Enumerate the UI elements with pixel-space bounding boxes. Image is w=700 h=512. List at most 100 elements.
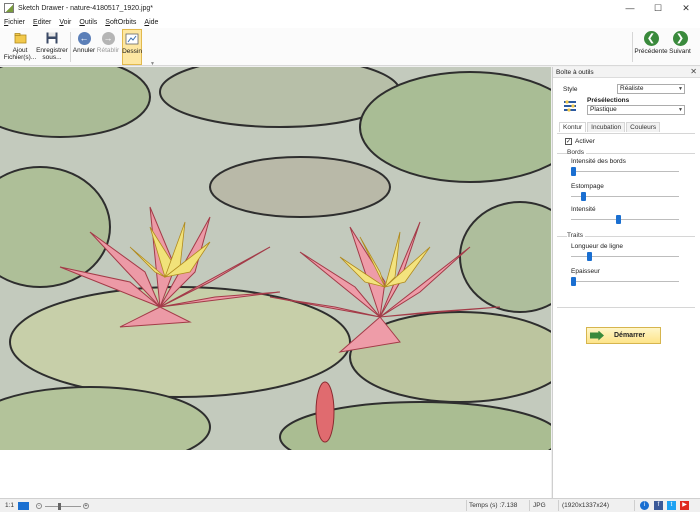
next-button[interactable]: ❯ Suivant	[668, 29, 692, 65]
menu-softorbits[interactable]: SoftOrbits	[105, 19, 136, 26]
status-bar: 1:1 - + Temps (s) :7.138 JPG (1920x1337x…	[0, 498, 700, 512]
canvas-empty-area	[0, 450, 551, 498]
draw-icon	[125, 32, 139, 46]
add-files-icon	[13, 31, 27, 45]
presets-value: Plastique	[590, 106, 617, 113]
previous-icon: ❮	[643, 30, 659, 46]
activate-label: Activer	[575, 138, 595, 145]
title-bar: Sketch Drawer - nature-4180517_1920.jpg*…	[0, 0, 700, 16]
app-icon	[4, 3, 14, 13]
presets-icon	[563, 99, 577, 113]
add-files-label-2: Fichier(s)...	[3, 54, 37, 61]
zoom-track	[45, 506, 81, 507]
save-as-label-1: Enregistrer	[36, 47, 68, 54]
zoom-out-icon[interactable]: -	[36, 503, 42, 509]
window-title: Sketch Drawer - nature-4180517_1920.jpg*	[18, 4, 154, 12]
draw-button[interactable]: Dessin	[122, 29, 142, 65]
intensity-slider[interactable]	[571, 215, 679, 224]
tabs-divider	[557, 133, 695, 134]
window-controls: — ☐ ✕	[616, 0, 700, 16]
toolbar-separator	[70, 32, 71, 62]
blur-slider[interactable]	[571, 192, 679, 201]
zoom-slider[interactable]: - +	[36, 501, 90, 511]
chevron-down-icon: ▼	[678, 107, 683, 113]
toolbox-title: Boîte à outils	[556, 68, 594, 76]
slider-thumb[interactable]	[587, 252, 592, 261]
menu-tools[interactable]: Outils	[79, 19, 97, 26]
status-separator	[634, 500, 635, 511]
next-icon: ❯	[672, 30, 688, 46]
slider-thumb[interactable]	[571, 277, 576, 286]
twitter-icon[interactable]: t	[667, 501, 676, 510]
image-dimensions: (1920x1337x24)	[562, 502, 609, 509]
menu-edit[interactable]: Editer	[33, 19, 51, 26]
chevron-down-icon: ▼	[678, 86, 683, 92]
toolbox-tabs: Kontur Incubation Couleurs	[559, 122, 661, 132]
status-separator	[529, 500, 530, 511]
edges-intensity-label: Intensité des bords	[571, 158, 626, 165]
previous-button[interactable]: ❮ Précédente	[634, 29, 668, 65]
facebook-icon[interactable]: f	[654, 501, 663, 510]
blur-label: Estompage	[571, 183, 604, 190]
undo-icon: ←	[77, 31, 91, 45]
menu-view[interactable]: Voir	[59, 19, 71, 26]
edges-group-label: Bords	[567, 149, 586, 156]
save-as-button[interactable]: Enregistrer sous...	[36, 29, 68, 65]
undo-button[interactable]: ← Annuler	[72, 29, 96, 65]
close-icon[interactable]: ✕	[672, 0, 700, 16]
activate-checkbox[interactable]: ✓	[565, 138, 572, 145]
status-separator	[558, 500, 559, 511]
save-as-label-2: sous...	[42, 54, 62, 61]
toolbar-separator-right	[632, 32, 633, 62]
tab-colors[interactable]: Couleurs	[626, 122, 661, 132]
draw-label: Dessin	[122, 48, 142, 55]
menu-file[interactable]: Fichier	[4, 19, 25, 26]
slider-thumb[interactable]	[616, 215, 621, 224]
presets-select[interactable]: Plastique ▼	[587, 105, 685, 115]
toolbar: Ajout Fichier(s)... Enregistrer sous... …	[0, 28, 700, 67]
tab-incubation[interactable]: Incubation	[587, 122, 626, 132]
processing-time: Temps (s) :7.138	[469, 502, 518, 509]
toolbox-panel: Boîte à outils ✕ Style Réaliste ▼ Présél…	[552, 67, 700, 498]
youtube-icon[interactable]: ▶	[680, 501, 689, 510]
thickness-label: Epaisseur	[571, 268, 600, 275]
zoom-thumb[interactable]	[58, 503, 61, 510]
thickness-slider[interactable]	[571, 277, 679, 286]
save-icon	[45, 31, 59, 45]
style-label: Style	[563, 86, 578, 93]
image-canvas[interactable]	[0, 67, 551, 450]
add-files-button[interactable]: Ajout Fichier(s)...	[4, 29, 36, 65]
info-icon[interactable]: i	[640, 501, 649, 510]
panel-close-icon[interactable]: ✕	[690, 67, 697, 76]
menu-bar: Fichier Editer Voir Outils SoftOrbits Ai…	[0, 16, 700, 28]
strokes-group-label: Traits	[567, 232, 586, 239]
presets-label: Présélections	[587, 97, 630, 104]
panel-divider	[557, 307, 695, 308]
redo-label: Rétablir	[96, 47, 120, 54]
toolbox-header: Boîte à outils ✕	[553, 67, 700, 78]
style-value: Réaliste	[620, 85, 644, 92]
tab-kontur[interactable]: Kontur	[559, 122, 587, 132]
image-format: JPG	[533, 502, 546, 509]
line-length-slider[interactable]	[571, 252, 679, 261]
maximize-icon[interactable]: ☐	[644, 0, 672, 16]
redo-button[interactable]: → Rétablir	[96, 29, 120, 65]
style-select[interactable]: Réaliste ▼	[617, 84, 685, 94]
sketch-image	[0, 67, 551, 450]
zoom-actual-button[interactable]: 1:1	[5, 501, 14, 511]
intensity-label: Intensité	[571, 206, 596, 213]
minimize-icon[interactable]: —	[616, 0, 644, 16]
fit-screen-icon[interactable]	[18, 502, 29, 510]
slider-thumb[interactable]	[581, 192, 586, 201]
menu-help[interactable]: Aide	[144, 19, 158, 26]
line-length-label: Longueur de ligne	[571, 243, 624, 250]
next-label: Suivant	[669, 48, 691, 55]
undo-label: Annuler	[72, 47, 96, 54]
start-arrow-icon	[590, 330, 604, 341]
start-button[interactable]: Démarrer	[586, 327, 661, 344]
edges-intensity-slider[interactable]	[571, 167, 679, 176]
zoom-in-icon[interactable]: +	[83, 503, 89, 509]
add-files-label-1: Ajout	[12, 47, 28, 54]
slider-thumb[interactable]	[571, 167, 576, 176]
previous-label: Précédente	[634, 48, 668, 55]
